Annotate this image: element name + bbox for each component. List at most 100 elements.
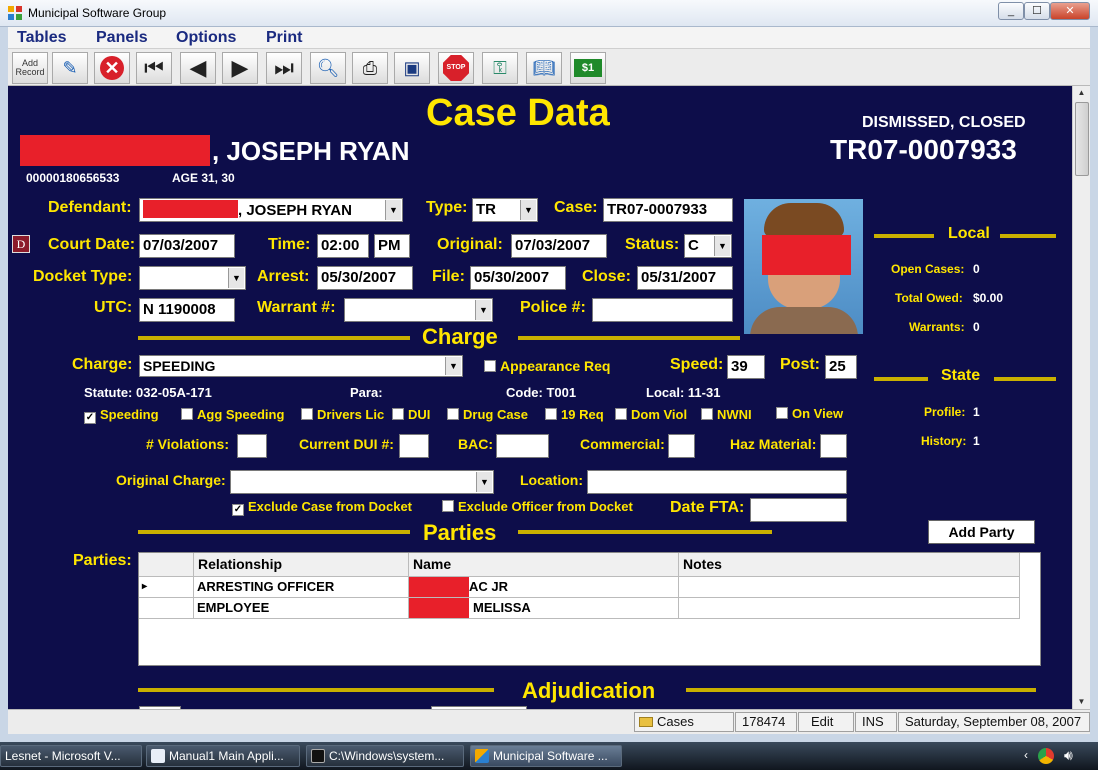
commercial-field[interactable] [668,434,695,458]
total-owed-value: $0.00 [973,291,1004,305]
minimize-button[interactable]: _ [998,2,1024,20]
print-button[interactable]: ⎙ [352,52,388,84]
party-notes-cell[interactable] [679,598,1020,619]
speaker-icon[interactable]: 🔊︎ [1064,747,1073,764]
previous-record-button[interactable]: ◀ [180,52,216,84]
vertical-scrollbar[interactable]: ▲ ▼ [1072,86,1090,709]
party-name-cell[interactable]: MELISSA [409,598,679,619]
arrest-date-field[interactable]: 05/30/2007 [317,266,413,290]
location-label: Location: [520,472,583,488]
court-date-field[interactable]: 07/03/2007 [139,234,235,258]
police-label: Police #: [520,299,586,316]
appearance-req-checkbox[interactable]: Appearance Req [484,358,610,374]
save-button[interactable]: ▣ [394,52,430,84]
agg-speeding-checkbox[interactable]: Agg Speeding [181,407,284,422]
state-rule-right [994,377,1056,381]
exclude-officer-label: Exclude Officer from Docket [458,499,633,514]
charge-select[interactable]: SPEEDING ▼ [139,355,463,377]
menu-print[interactable]: Print [266,29,302,47]
first-record-button[interactable]: ⏮ [136,52,172,84]
add-record-button[interactable]: Add Record [12,52,48,84]
warrant-select[interactable]: ▼ [344,298,493,322]
bac-field[interactable] [496,434,549,458]
console-icon [311,749,325,763]
time-field[interactable]: 02:00 [317,234,369,258]
para-text: Para: [350,385,383,400]
case-number-heading: TR07-0007933 [830,134,1017,165]
nwni-checkbox[interactable]: NWNI [701,407,752,422]
original-charge-select[interactable]: ▼ [230,470,494,494]
violations-field[interactable] [237,434,267,458]
browser-tray-icon[interactable] [1038,748,1054,764]
status-label: Status: [625,236,680,253]
last-record-button[interactable]: ⏭ [266,52,302,84]
party-relationship-cell[interactable]: ARRESTING OFFICER [194,577,409,598]
party-relationship-cell[interactable]: EMPLOYEE [194,598,409,619]
column-header-name[interactable]: Name [409,553,679,577]
profile-label: Profile: [924,405,966,419]
drug-case-checkbox[interactable]: Drug Case [447,407,528,422]
chevron-down-icon: ▼ [228,268,244,288]
column-header-relationship[interactable]: Relationship [194,553,409,577]
row-selector[interactable] [139,598,194,619]
party-notes-cell[interactable] [679,577,1020,598]
ampm-field[interactable]: PM [374,234,410,258]
taskbar-item-manual[interactable]: Manual1 Main Appli... [146,745,300,767]
docket-type-select[interactable]: ▼ [139,266,246,290]
stop-button[interactable]: STOP [438,52,474,84]
next-record-icon: ▶ [231,55,249,80]
parties-grid[interactable]: Relationship Name Notes ▸ ARRESTING OFFI… [138,552,1041,666]
case-field[interactable]: TR07-0007933 [603,198,733,222]
drivers-lic-checkbox[interactable]: Drivers Lic [301,407,384,422]
location-field[interactable] [587,470,847,494]
utc-field[interactable]: N 1190008 [139,298,235,322]
haz-material-field[interactable] [820,434,847,458]
close-button[interactable]: ✕ [1050,2,1090,20]
key-button[interactable]: ⚿ [482,52,518,84]
money-button[interactable]: $1 [570,52,606,84]
taskbar-item-lesnet[interactable]: Lesnet - Microsoft V... [0,745,142,767]
column-header-notes[interactable]: Notes [679,553,1020,577]
chevron-down-icon: ▼ [385,200,401,220]
redacted-party-name [409,577,469,597]
date-fta-field[interactable] [750,498,847,522]
defendant-select[interactable]: , JOSEPH RYAN ▼ [139,198,403,222]
next-record-button[interactable]: ▶ [222,52,258,84]
dui-checkbox[interactable]: DUI [392,407,430,422]
file-date-field[interactable]: 05/30/2007 [470,266,566,290]
speeding-checkbox[interactable]: ✓ Speeding [84,407,159,424]
post-field[interactable]: 25 [825,355,857,379]
exclude-case-checkbox[interactable]: ✓ Exclude Case from Docket [232,499,412,516]
menu-tables[interactable]: Tables [17,29,67,47]
taskbar-item-municipal[interactable]: Municipal Software ... [470,745,622,767]
d-button[interactable]: D [12,235,30,253]
scroll-down-icon[interactable]: ▼ [1073,695,1090,709]
find-button[interactable]: 🔍︎ [310,52,346,84]
edit-record-button[interactable]: ✎ [52,52,88,84]
stop-icon: STOP [443,55,469,81]
scroll-up-icon[interactable]: ▲ [1073,86,1090,100]
chevron-left-icon[interactable]: ‹ [1024,748,1028,762]
scroll-thumb[interactable] [1075,102,1089,176]
row-selector[interactable]: ▸ [139,577,194,598]
book-button[interactable]: 📖︎ [526,52,562,84]
original-date-field[interactable]: 07/03/2007 [511,234,607,258]
chevron-down-icon: ▼ [445,357,461,375]
menu-panels[interactable]: Panels [96,29,148,47]
add-party-button[interactable]: Add Party [928,520,1035,544]
status-select[interactable]: C ▼ [684,234,732,258]
party-name-cell[interactable]: AC JR [409,577,679,598]
menu-options[interactable]: Options [176,29,236,47]
delete-button[interactable]: ✕ [94,52,130,84]
19-req-checkbox[interactable]: 19 Req [545,407,604,422]
taskbar-item-cmd[interactable]: C:\Windows\system... [306,745,464,767]
current-dui-field[interactable] [399,434,429,458]
close-date-field[interactable]: 05/31/2007 [637,266,733,290]
maximize-button[interactable]: ☐ [1024,2,1050,20]
speed-field[interactable]: 39 [727,355,765,379]
police-field[interactable] [592,298,733,322]
dom-viol-checkbox[interactable]: Dom Viol [615,407,687,422]
on-view-checkbox[interactable]: On View [776,406,843,421]
type-select[interactable]: TR ▼ [472,198,538,222]
exclude-officer-checkbox[interactable]: Exclude Officer from Docket [442,499,633,514]
